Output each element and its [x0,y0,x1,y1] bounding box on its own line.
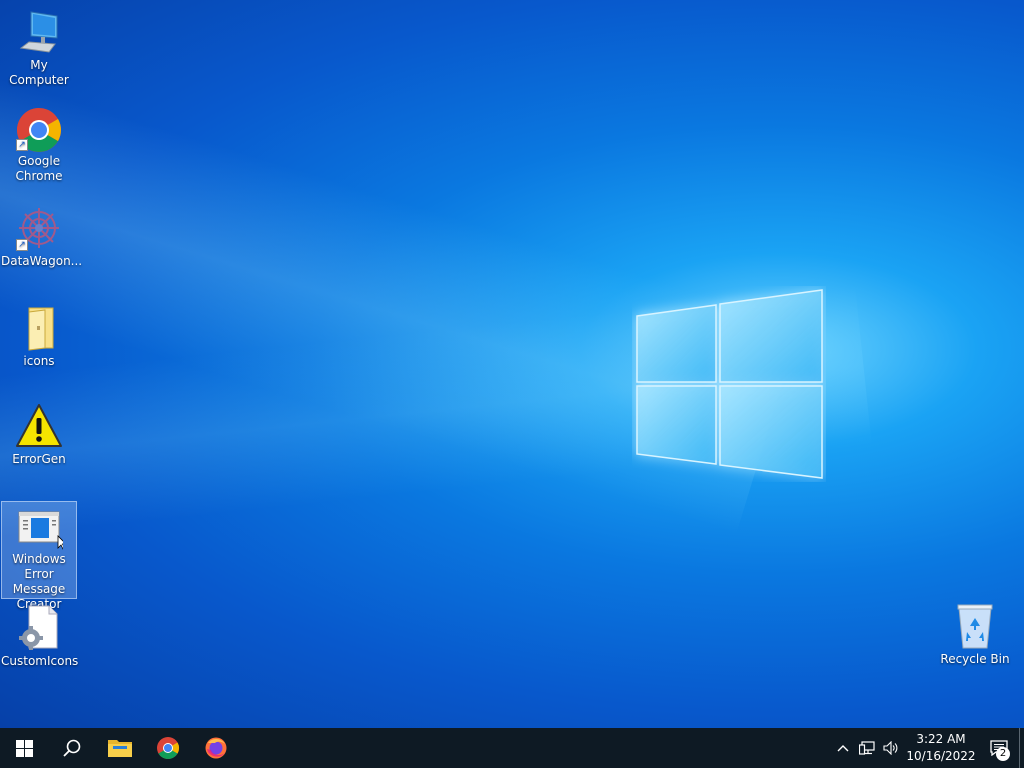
show-desktop-button[interactable] [1019,728,1024,768]
error-message-creator-icon [15,508,67,551]
system-tray: 3:22 AM 10/16/2022 2 [831,728,1024,768]
start-button[interactable] [0,728,48,768]
desktop-icon-label: Recycle Bin [940,652,1010,666]
desktop-icon-label: DataWagon... [1,254,83,268]
computer-icon [15,8,63,56]
desktop-icon-my-computer[interactable]: My Computer [1,8,77,88]
desktop[interactable]: My Computer ↗ Google Chrome ↗ DataWagon.… [0,0,1024,728]
chrome-icon: ↗ [15,104,63,152]
folder-icon [15,304,63,352]
volume-icon [883,741,898,755]
desktop-icon-google-chrome[interactable]: ↗ Google Chrome [1,104,77,184]
network-icon [859,741,875,755]
settings-file-icon [15,604,63,652]
desktop-icon-label: icons [23,354,55,368]
action-center-button[interactable]: 2 [979,728,1019,768]
taskbar: 3:22 AM 10/16/2022 2 [0,728,1024,768]
desktop-icon-label: Google Chrome [15,154,63,183]
desktop-icon-label: My Computer [9,58,69,87]
chrome-icon [157,737,179,759]
shortcut-arrow-icon: ↗ [16,139,28,151]
recycle-bin-icon [951,602,999,650]
notification-count-badge: 2 [996,747,1010,761]
chevron-up-icon [837,745,849,752]
desktop-icon-label: ErrorGen [12,452,66,466]
show-hidden-icons-button[interactable] [831,728,855,768]
desktop-icon-label: CustomIcons [1,654,79,668]
warning-icon [15,402,63,450]
windows-logo-wallpaper [636,289,823,479]
taskbar-google-chrome[interactable] [144,728,192,768]
file-explorer-icon [108,740,132,757]
clock-time: 3:22 AM [916,732,966,746]
desktop-icon-icons-folder[interactable]: icons [1,304,77,369]
desktop-icon-customicons[interactable]: CustomIcons [1,604,79,669]
clock[interactable]: 3:22 AM 10/16/2022 [903,731,979,765]
search-button[interactable] [48,728,96,768]
datawagon-icon: ↗ [15,204,63,252]
desktop-icon-datawagon[interactable]: ↗ DataWagon... [1,204,83,269]
windows-start-icon [15,739,33,757]
taskbar-file-explorer[interactable] [96,728,144,768]
desktop-icon-recycle-bin[interactable]: Recycle Bin [937,602,1013,667]
network-button[interactable] [855,728,879,768]
volume-button[interactable] [879,728,903,768]
shortcut-arrow-icon: ↗ [16,239,28,251]
desktop-icon-label: Windows Error Message Creator [12,552,66,611]
mouse-cursor-icon [57,535,67,551]
clock-date: 10/16/2022 [906,749,976,763]
search-icon [63,739,81,757]
desktop-icon-errorgen[interactable]: ErrorGen [1,402,77,467]
taskbar-firefox[interactable] [192,728,240,768]
firefox-icon [205,737,227,759]
desktop-icon-windows-error-message-creator[interactable]: Windows Error Message Creator [1,501,77,611]
